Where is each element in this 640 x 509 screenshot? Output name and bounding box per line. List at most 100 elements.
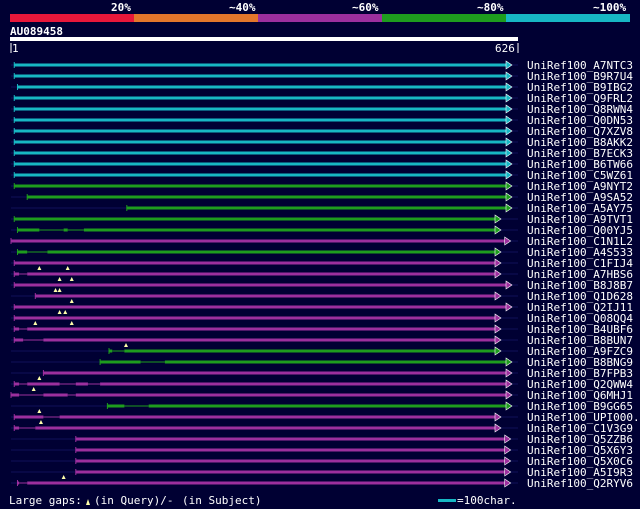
insert-marker bbox=[57, 277, 62, 281]
hit-arrow bbox=[494, 423, 502, 433]
legend-scale-text: =100char. bbox=[457, 494, 517, 507]
hit-bar bbox=[14, 173, 507, 177]
hit-bar bbox=[17, 228, 496, 232]
hit-bar bbox=[17, 250, 496, 254]
hit-bar bbox=[75, 448, 506, 452]
hit-bar bbox=[14, 415, 496, 419]
hit-bar bbox=[14, 107, 507, 111]
hit-bar bbox=[14, 261, 496, 265]
hit-bar bbox=[75, 437, 506, 441]
hit-arrow bbox=[505, 115, 513, 125]
legend-subject-gap-text: (in Subject) bbox=[182, 494, 262, 507]
hit-bar bbox=[14, 162, 507, 166]
hit-arrow bbox=[505, 379, 513, 389]
legend-query-gap-text: (in Query)/- bbox=[94, 494, 174, 507]
hit-bar bbox=[14, 74, 507, 78]
insert-marker bbox=[33, 321, 38, 325]
hit-bar bbox=[35, 294, 496, 298]
insert-marker bbox=[57, 288, 62, 292]
hit-bar bbox=[14, 129, 507, 133]
hit-arrow bbox=[505, 104, 513, 114]
hit-bar bbox=[14, 96, 507, 100]
hit-arrow bbox=[504, 478, 512, 488]
hit-arrow bbox=[504, 434, 512, 444]
insert-marker bbox=[124, 343, 129, 347]
hit-arrow bbox=[505, 390, 513, 400]
hit-bar bbox=[108, 349, 496, 353]
hit-bar bbox=[75, 470, 506, 474]
hit-bar bbox=[14, 272, 496, 276]
hit-bar bbox=[14, 63, 507, 67]
hit-bar bbox=[14, 316, 496, 320]
legend-query-gap-icon bbox=[86, 499, 90, 505]
insert-marker bbox=[69, 321, 74, 325]
hit-bar bbox=[107, 404, 507, 408]
insert-marker bbox=[31, 387, 36, 391]
insert-marker bbox=[61, 475, 66, 479]
hit-arrow bbox=[494, 324, 502, 334]
legend-scale-icon bbox=[438, 499, 456, 502]
hit-arrow bbox=[504, 236, 512, 246]
hit-arrow bbox=[504, 445, 512, 455]
hit-arrow bbox=[494, 291, 502, 301]
hit-arrow bbox=[505, 192, 513, 202]
hit-bar bbox=[11, 393, 507, 397]
hit-arrow bbox=[505, 93, 513, 103]
hit-arrow bbox=[504, 456, 512, 466]
hit-arrow bbox=[505, 126, 513, 136]
insert-marker bbox=[37, 409, 42, 413]
insert-marker bbox=[69, 277, 74, 281]
hit-bar bbox=[14, 426, 496, 430]
hit-arrow bbox=[505, 148, 513, 158]
alignment-canvas: UniRef100_A7NTC3UniRef100_B9R7U4UniRef10… bbox=[10, 43, 640, 505]
hit-arrow bbox=[494, 258, 502, 268]
hit-arrow bbox=[505, 368, 513, 378]
hit-bar bbox=[14, 327, 496, 331]
hit-bar bbox=[11, 239, 506, 243]
hit-arrow bbox=[504, 467, 512, 477]
legend-gap-text: Large gaps: bbox=[9, 494, 82, 507]
hit-bar bbox=[27, 195, 507, 199]
insert-marker bbox=[69, 299, 74, 303]
hit-bar bbox=[43, 371, 507, 375]
hit-bar bbox=[75, 459, 506, 463]
blast-graphic-page: 20% ~40% ~60% ~80% ~100% AU089458 1 626 … bbox=[0, 0, 640, 509]
hit-bar bbox=[126, 206, 508, 210]
insert-marker bbox=[65, 266, 70, 270]
hit-arrow bbox=[494, 214, 502, 224]
hit-bar bbox=[14, 151, 507, 155]
hit-arrow bbox=[505, 60, 513, 70]
hit-arrow bbox=[494, 313, 502, 323]
insert-marker bbox=[38, 420, 43, 424]
hit-bar bbox=[17, 481, 506, 485]
hit-arrow bbox=[505, 401, 513, 411]
hit-bar bbox=[14, 338, 496, 342]
hit-bar bbox=[14, 140, 507, 144]
hit-bar bbox=[17, 85, 507, 89]
hit-arrow bbox=[505, 137, 513, 147]
hit-arrow bbox=[505, 357, 513, 367]
insert-marker bbox=[57, 310, 62, 314]
hit-label: UniRef100_Q2RYV6 bbox=[527, 477, 633, 490]
hit-arrow bbox=[505, 181, 513, 191]
hit-arrow bbox=[505, 71, 513, 81]
hit-bar bbox=[14, 305, 507, 309]
hit-arrow bbox=[494, 412, 502, 422]
insert-marker bbox=[37, 376, 42, 380]
hit-arrow bbox=[505, 203, 513, 213]
hit-arrow bbox=[494, 269, 502, 279]
hit-arrow bbox=[494, 335, 502, 345]
hit-arrow bbox=[505, 82, 513, 92]
hit-arrow bbox=[494, 247, 502, 257]
hit-arrow bbox=[505, 302, 513, 312]
insert-marker bbox=[63, 310, 68, 314]
insert-marker bbox=[53, 288, 58, 292]
hit-arrow bbox=[494, 346, 502, 356]
hit-bar bbox=[14, 118, 507, 122]
hit-arrow bbox=[505, 159, 513, 169]
hit-arrow bbox=[505, 170, 513, 180]
hit-bar bbox=[14, 217, 496, 221]
insert-marker bbox=[37, 266, 42, 270]
hit-bar bbox=[14, 283, 507, 287]
hit-bar bbox=[14, 184, 507, 188]
